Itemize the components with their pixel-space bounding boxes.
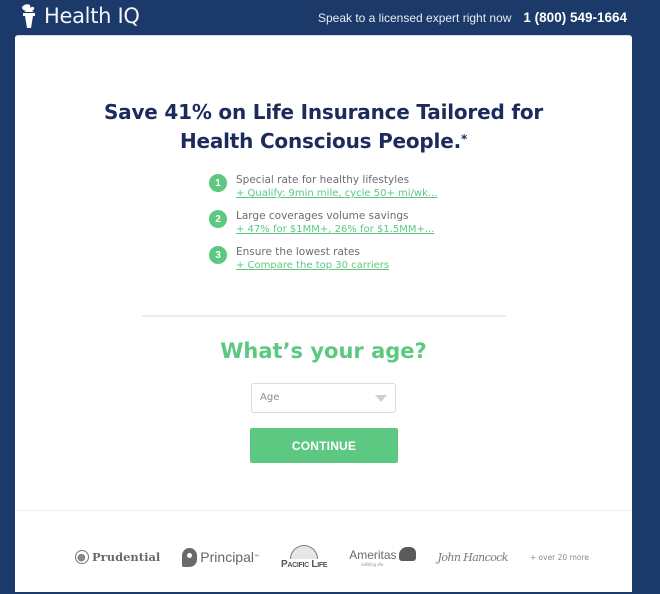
headline-line-2: Health Conscious People. [179,129,461,153]
age-select-placeholder: Age [260,392,280,403]
step-number-badge: 1 [209,174,227,192]
headline-line-1: Save 41% on Life Insurance Tailored for [103,100,544,124]
more-carriers-text: + over 20 more [529,552,590,562]
pacific-life-whale-icon [290,544,319,559]
contact-info: Speak to a licensed expert right now 1 (… [318,10,627,25]
bison-icon [398,547,416,561]
brand-name: Health IQ [44,4,140,28]
benefit-item: 2 Large coverages volume savings + 47% f… [209,209,509,237]
carrier-tagline: fulfilling life. [361,561,385,567]
top-bar: Health IQ Speak to a licensed expert rig… [0,0,660,35]
step-number-badge: 3 [209,246,227,264]
principal-p-icon [182,547,198,567]
pacific-life-logo: Pacific Life [281,544,328,570]
page-title: Save 41% on Life Insurance Tailored for … [15,98,632,156]
step-number-badge: 2 [209,210,227,228]
trademark-mark: ™ [254,554,259,560]
continue-button[interactable]: CONTINUE [250,428,398,463]
benefit-details-link[interactable]: + 47% for $1MM+, 26% for $1.5MM+... [236,223,434,237]
carrier-logos: Prudential Principal ™ Pacific Life Ameri… [75,537,589,577]
age-select[interactable]: Age [251,383,396,413]
benefit-title: Ensure the lowest rates [236,246,360,258]
principal-logo: Principal ™ [182,547,259,567]
age-question: What’s your age? [220,339,427,363]
chevron-down-icon [375,395,387,402]
brand-logo[interactable]: Health IQ [20,3,140,29]
benefit-details-link[interactable]: + Compare the top 30 carriers [236,259,389,273]
carrier-name: Ameritas [349,547,397,562]
benefit-title: Special rate for healthy lifestyles [236,174,410,186]
ameritas-logo: Ameritas fulfilling life. [349,547,416,567]
john-hancock-logo: John Hancock [437,550,509,564]
carrier-name: Pacific Life [281,558,328,570]
carrier-name: Principal [200,549,254,565]
benefit-details-link[interactable]: + Qualify: 9min mile, cycle 50+ mi/wk... [236,187,437,201]
carrier-name: John Hancock [437,550,509,564]
main-card: Save 41% on Life Insurance Tailored for … [15,35,632,592]
benefit-title: Large coverages volume savings [236,210,409,222]
benefit-item: 1 Special rate for healthy lifestyles + … [209,173,509,201]
prudential-rock-icon [75,550,89,564]
contact-text: Speak to a licensed expert right now [317,11,512,25]
benefits-list: 1 Special rate for healthy lifestyles + … [209,173,509,281]
benefit-item: 3 Ensure the lowest rates + Compare the … [209,245,509,273]
footnote-marker: * [460,132,468,146]
carrier-logos-footer: Prudential Principal ™ Pacific Life Ameri… [15,510,632,592]
carrier-name: Prudential [92,550,161,564]
prudential-logo: Prudential [75,550,160,564]
phone-number-link[interactable]: 1 (800) 549-1664 [523,10,627,25]
section-divider [142,315,506,317]
torch-icon [22,4,35,28]
